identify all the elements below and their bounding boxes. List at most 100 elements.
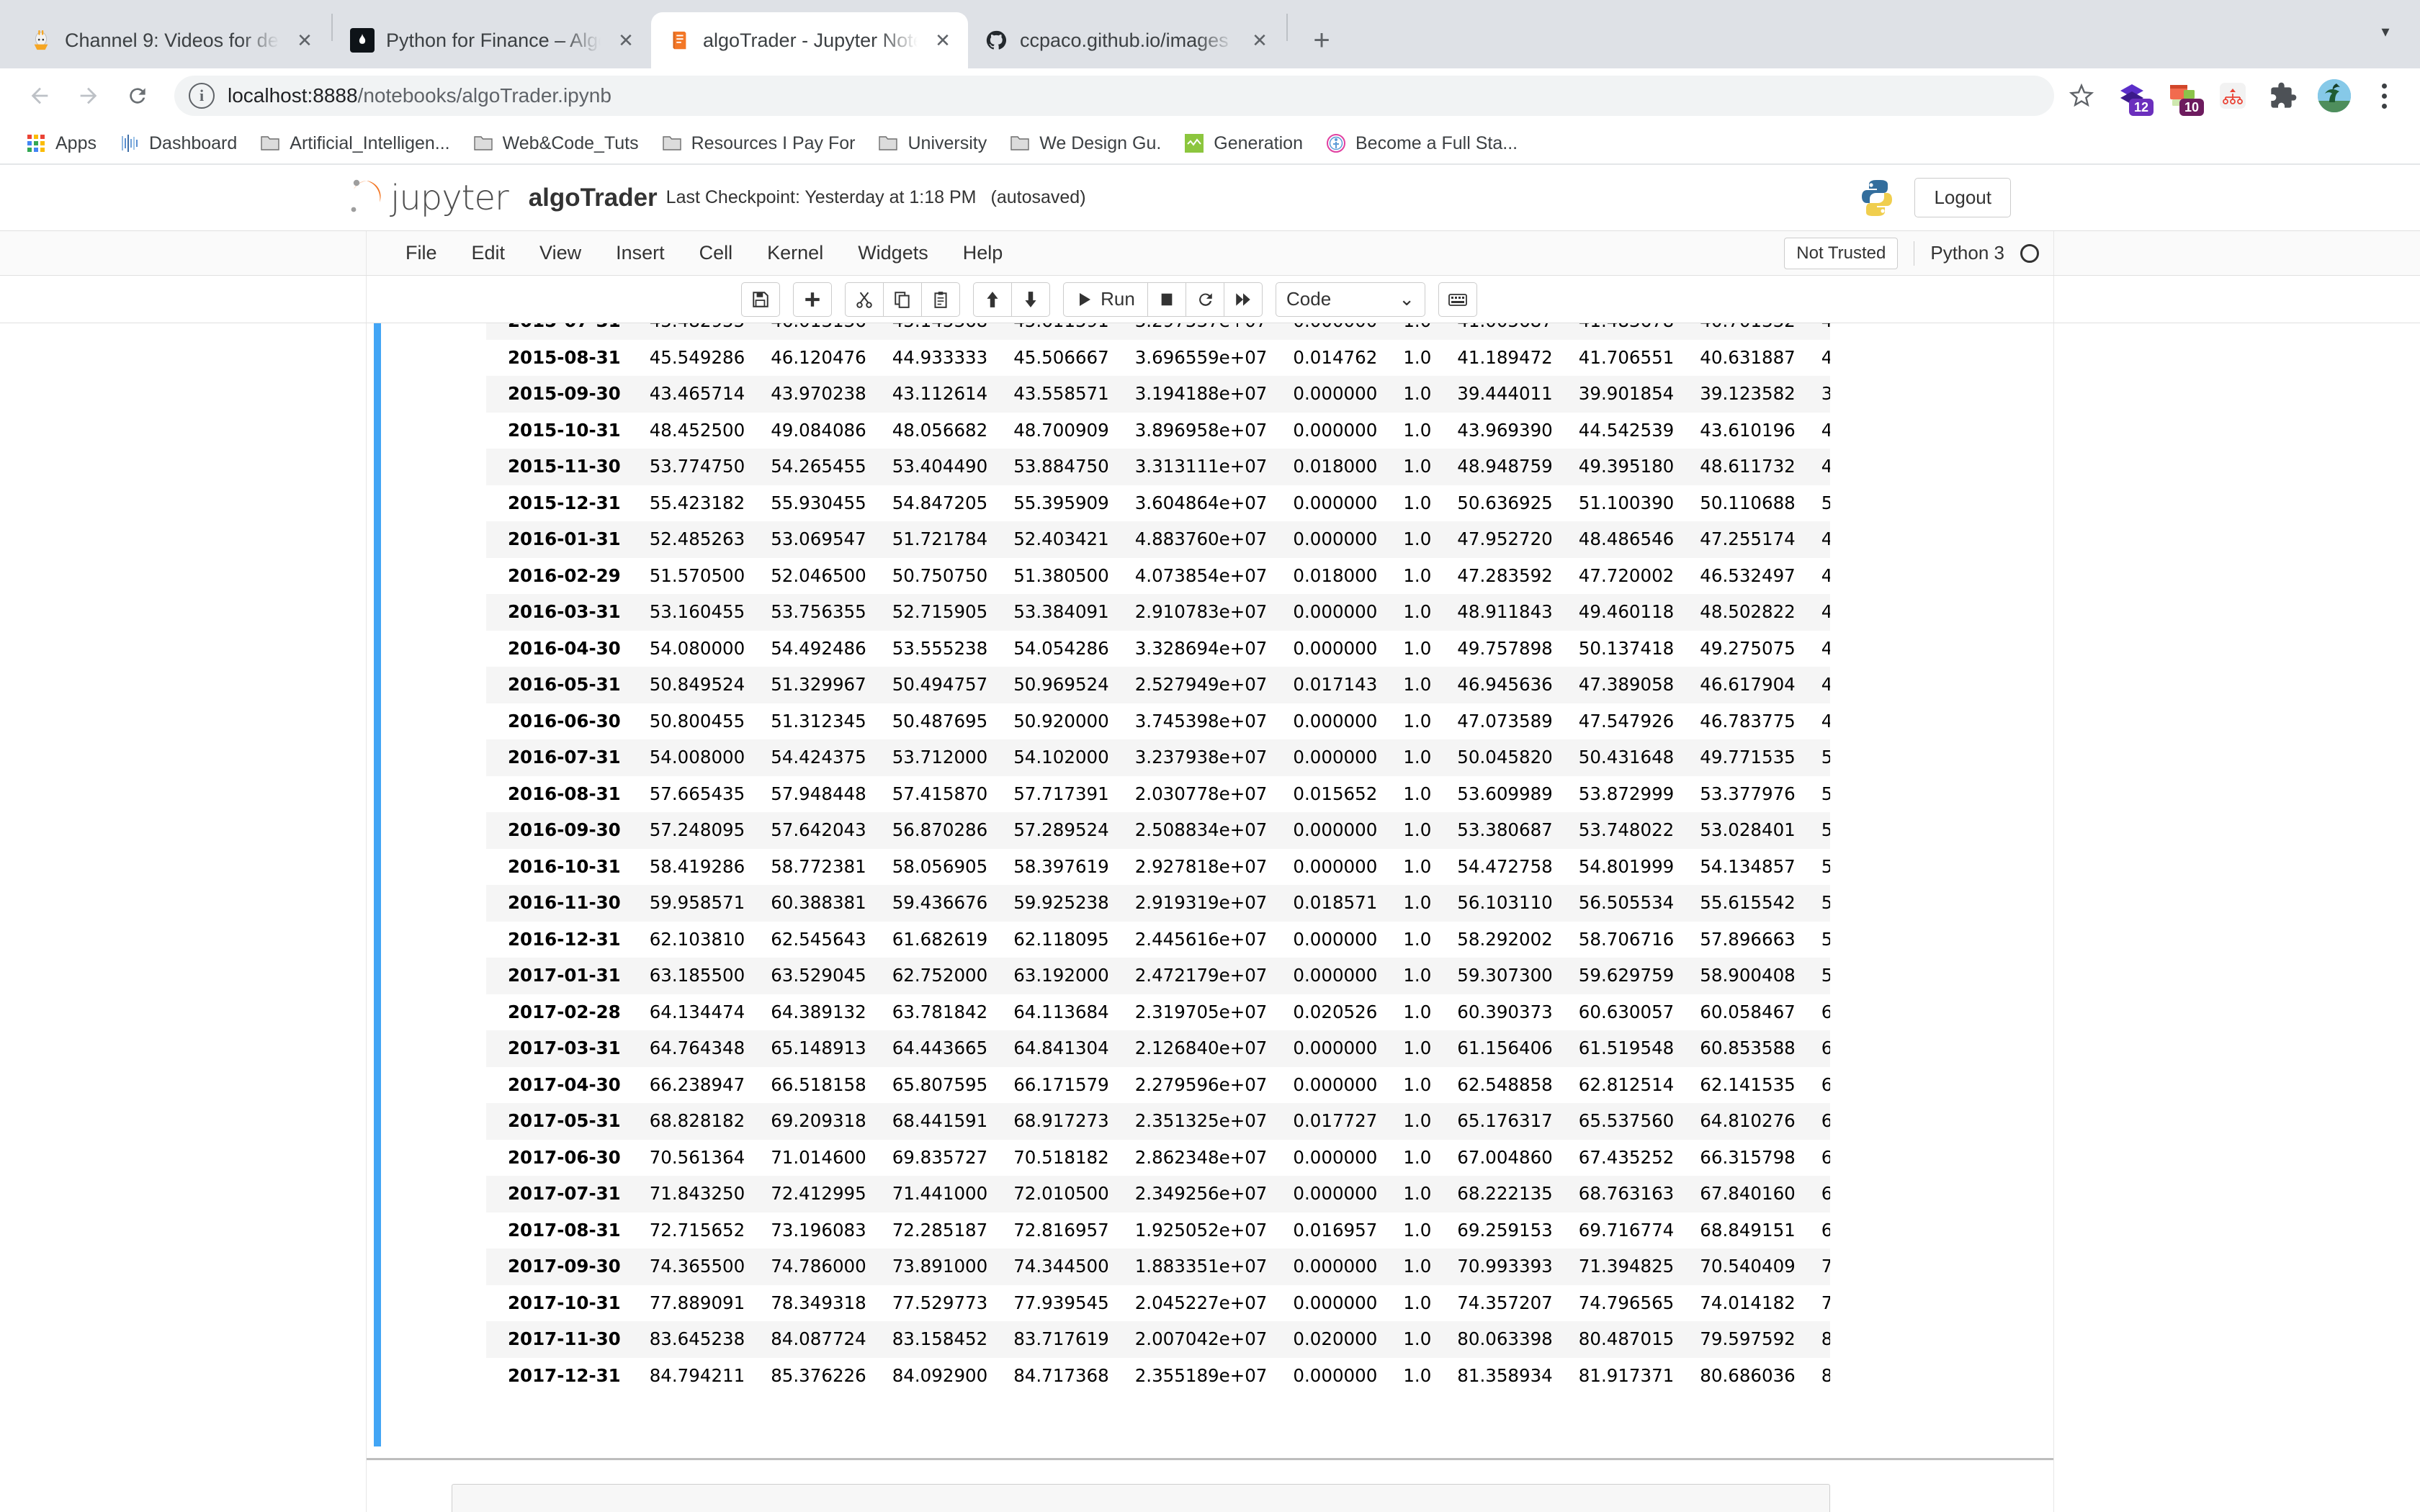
window-menu-icon[interactable]: ▾ bbox=[2370, 16, 2401, 48]
table-cell: 3.313111e+07 bbox=[1134, 456, 1268, 477]
jupyter-logo[interactable]: jupyter bbox=[344, 174, 509, 222]
paste-icon[interactable] bbox=[921, 282, 960, 317]
browser-tab-title: Python for Finance – Algorithmic Trading bbox=[386, 29, 601, 51]
table-cell: 2.862348e+07 bbox=[1134, 1146, 1268, 1168]
browser-tab-3[interactable]: ccpaco.github.io/images at master ✕ bbox=[968, 12, 1285, 68]
sitemap-extension-icon[interactable] bbox=[2213, 76, 2253, 116]
table-cell: 53.748022 bbox=[1578, 819, 1675, 840]
copy-icon[interactable] bbox=[883, 282, 922, 317]
bookmark-star-icon[interactable] bbox=[2061, 76, 2102, 116]
menu-widgets[interactable]: Widgets bbox=[841, 242, 946, 264]
new-tab-button[interactable]: + bbox=[1299, 18, 1344, 63]
run-button[interactable]: Run bbox=[1063, 282, 1148, 317]
close-icon[interactable]: ✕ bbox=[291, 27, 318, 54]
cut-icon[interactable] bbox=[845, 282, 884, 317]
trust-status-badge[interactable]: Not Trusted bbox=[1784, 237, 1899, 269]
stop-icon[interactable] bbox=[1147, 282, 1186, 317]
menu-file[interactable]: File bbox=[388, 242, 454, 264]
notebook-scroll-area[interactable]: 2015-07-3145.48295546.01313645.14536845.… bbox=[0, 323, 2420, 1512]
back-button[interactable] bbox=[17, 73, 62, 118]
table-cell: 68.849151 bbox=[1700, 1219, 1796, 1241]
table-cell: 52.715905 bbox=[892, 601, 988, 622]
tab-divider bbox=[331, 13, 333, 41]
table-row-index: 2016-01-31 bbox=[508, 528, 621, 549]
table-row-index: 2015-07-31 bbox=[486, 323, 637, 340]
forward-button[interactable] bbox=[66, 73, 111, 118]
table-cell: 58.305411 bbox=[1821, 928, 1830, 950]
table-cell: 57.665435 bbox=[649, 783, 745, 804]
bookmark-university[interactable]: University bbox=[869, 127, 994, 159]
folder-icon bbox=[1008, 132, 1031, 155]
tab-divider bbox=[1286, 13, 1288, 41]
menu-help[interactable]: Help bbox=[946, 242, 1021, 264]
puzzle-extensions-icon[interactable] bbox=[2263, 76, 2303, 116]
bookmark-label: Resources I Pay For bbox=[691, 132, 856, 153]
table-cell: 49.395180 bbox=[1578, 456, 1675, 477]
table-cell: 51.312345 bbox=[771, 710, 866, 732]
table-cell: 49.117606 bbox=[1821, 601, 1830, 622]
bookmark-become-a-full-stack[interactable]: Become a Full Sta... bbox=[1317, 127, 1525, 159]
restart-icon[interactable] bbox=[1186, 282, 1224, 317]
table-cell: 1.925052e+07 bbox=[1134, 1219, 1268, 1241]
reload-button[interactable] bbox=[115, 73, 160, 118]
close-icon[interactable]: ✕ bbox=[612, 27, 640, 54]
info-icon[interactable]: i bbox=[189, 83, 215, 109]
url-host: localhost:8888 bbox=[228, 84, 358, 107]
jupyter-header: jupyter algoTrader Last Checkpoint: Yest… bbox=[0, 165, 2420, 231]
bookmark-resources-i-pay-for[interactable]: Resources I Pay For bbox=[653, 127, 863, 159]
table-cell: 44.194815 bbox=[1821, 419, 1830, 441]
cell-type-select[interactable]: Code ⌄ bbox=[1276, 282, 1425, 317]
kebab-menu-icon[interactable] bbox=[2365, 76, 2403, 116]
table-cell: 74.786000 bbox=[771, 1256, 866, 1277]
bookmark-web-code-tuts[interactable]: Web&Code_Tuts bbox=[465, 127, 646, 159]
add-cell-icon[interactable] bbox=[793, 282, 832, 317]
table-row-index: 2016-05-31 bbox=[508, 674, 621, 695]
logout-button[interactable]: Logout bbox=[1914, 178, 2011, 217]
address-bar[interactable]: i localhost:8888/notebooks/algoTrader.ip… bbox=[174, 76, 2054, 116]
close-icon[interactable]: ✕ bbox=[929, 27, 956, 54]
browser-toolbar: i localhost:8888/notebooks/algoTrader.ip… bbox=[0, 68, 2420, 123]
menu-cell[interactable]: Cell bbox=[682, 242, 750, 264]
browser-tab-0[interactable]: Channel 9: Videos for developers ✕ bbox=[13, 12, 330, 68]
bookmark-label: Generation bbox=[1214, 132, 1303, 153]
save-icon[interactable] bbox=[741, 282, 780, 317]
fast-forward-icon[interactable] bbox=[1224, 282, 1263, 317]
web-clipper-extension-icon[interactable]: 10 bbox=[2162, 76, 2204, 116]
arrow-down-icon[interactable] bbox=[1011, 282, 1050, 317]
table-row: 2016-12-31 62.103810 62.545643 61.682619 62.… bbox=[486, 921, 1830, 958]
table-cell: 66.238947 bbox=[649, 1074, 745, 1095]
table-cell: 47.073589 bbox=[1457, 710, 1553, 732]
bookmark-apps[interactable]: Apps bbox=[17, 127, 104, 159]
table-cell: 1.0 bbox=[1403, 601, 1432, 622]
toolbar-group-move bbox=[973, 282, 1050, 317]
table-cell: 0.000000 bbox=[1293, 747, 1378, 768]
next-code-cell[interactable] bbox=[452, 1484, 1830, 1512]
kernel-idle-circle-icon[interactable] bbox=[2020, 243, 2039, 263]
table-cell: 84.087724 bbox=[771, 1328, 866, 1349]
bookmark-dashboard[interactable]: Dashboard bbox=[111, 127, 244, 159]
browser-tab-1[interactable]: Python for Finance – Algorithmic Trading… bbox=[334, 12, 651, 68]
table-row: 2017-01-31 63.185500 63.529045 62.752000 63.… bbox=[486, 958, 1830, 994]
layers-extension-icon[interactable]: 12 bbox=[2112, 76, 2154, 116]
table-cell: 62.118095 bbox=[1013, 928, 1109, 950]
profile-avatar[interactable] bbox=[2318, 79, 2351, 112]
table-row: 2017-09-30 74.365500 74.786000 73.891000 74.… bbox=[486, 1248, 1830, 1285]
bookmark-generation[interactable]: Generation bbox=[1175, 127, 1310, 159]
close-icon[interactable]: ✕ bbox=[1246, 27, 1273, 54]
keyboard-icon[interactable] bbox=[1438, 282, 1477, 317]
table-cell: 2.030778e+07 bbox=[1134, 783, 1268, 804]
table-cell: 73.891000 bbox=[892, 1256, 988, 1277]
arrow-up-icon[interactable] bbox=[973, 282, 1012, 317]
table-cell: 80.063398 bbox=[1457, 1328, 1553, 1349]
notebook-name[interactable]: algoTrader bbox=[529, 184, 658, 212]
bookmark-we-design-gu[interactable]: We Design Gu. bbox=[1001, 127, 1168, 159]
browser-tab-2[interactable]: algoTrader - Jupyter Notebook ✕ bbox=[651, 12, 968, 68]
menu-insert[interactable]: Insert bbox=[599, 242, 682, 264]
table-cell: 50.487695 bbox=[892, 710, 988, 732]
table-cell: 47.389058 bbox=[1578, 674, 1675, 695]
menu-view[interactable]: View bbox=[522, 242, 599, 264]
table-cell: 57.289524 bbox=[1013, 819, 1109, 840]
bookmark-artificial-intelligence[interactable]: Artificial_Intelligen... bbox=[251, 127, 457, 159]
menu-kernel[interactable]: Kernel bbox=[750, 242, 841, 264]
menu-edit[interactable]: Edit bbox=[454, 242, 523, 264]
